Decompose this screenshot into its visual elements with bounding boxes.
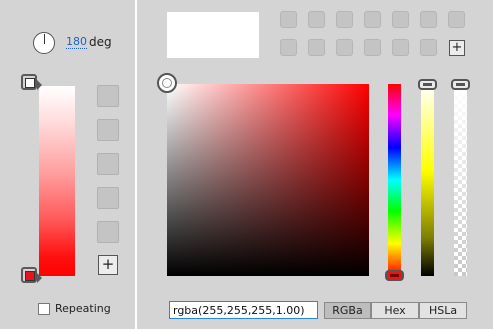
angle-dial-needle: [44, 34, 45, 44]
alpha-slider-handle[interactable]: [451, 79, 470, 90]
mode-button-rgba[interactable]: RGBa: [324, 302, 371, 319]
saturation-value-handle[interactable]: [157, 73, 177, 93]
add-swatch-button[interactable]: +: [449, 40, 465, 56]
color-swatch[interactable]: [364, 11, 381, 28]
angle-unit: deg: [89, 35, 112, 49]
repeating-label: Repeating: [55, 302, 111, 315]
gradient-preset[interactable]: [97, 221, 119, 243]
alpha-slider[interactable]: [454, 84, 467, 276]
gradient-stop-top[interactable]: [21, 74, 42, 90]
lightness-slider-handle[interactable]: [418, 79, 437, 90]
gradient-stop-bottom-color: [25, 271, 35, 281]
gradient-stop-top-color: [25, 78, 35, 88]
gradient-preset[interactable]: [97, 187, 119, 209]
hue-slider[interactable]: [388, 84, 401, 276]
mode-button-hex[interactable]: Hex: [371, 302, 419, 319]
color-swatch[interactable]: [392, 11, 409, 28]
gradient-preview-bar[interactable]: [39, 86, 75, 276]
lightness-slider[interactable]: [421, 84, 434, 276]
angle-value[interactable]: 180: [66, 36, 87, 49]
saturation-value-field[interactable]: [167, 84, 369, 276]
color-swatch[interactable]: [280, 11, 297, 28]
color-swatch[interactable]: [392, 39, 409, 56]
color-value-input[interactable]: [169, 301, 318, 319]
color-swatch[interactable]: [336, 39, 353, 56]
color-swatch[interactable]: [280, 39, 297, 56]
angle-dial[interactable]: [33, 32, 55, 54]
gradient-preset[interactable]: [97, 153, 119, 175]
color-swatch[interactable]: [420, 39, 437, 56]
color-preview: [167, 12, 259, 58]
gradient-preset[interactable]: [97, 119, 119, 141]
hue-slider-handle[interactable]: [385, 270, 404, 281]
color-swatch[interactable]: [364, 39, 381, 56]
repeating-checkbox[interactable]: [38, 303, 50, 315]
mode-button-hsla[interactable]: HSLa: [419, 302, 467, 319]
color-swatch[interactable]: [308, 11, 325, 28]
color-swatch[interactable]: [336, 11, 353, 28]
gradient-stop-bottom[interactable]: [21, 267, 42, 283]
color-swatch[interactable]: [308, 39, 325, 56]
color-swatch[interactable]: [420, 11, 437, 28]
gradient-preset[interactable]: [97, 85, 119, 107]
add-gradient-preset-button[interactable]: +: [98, 255, 118, 275]
color-swatch[interactable]: [448, 11, 465, 28]
